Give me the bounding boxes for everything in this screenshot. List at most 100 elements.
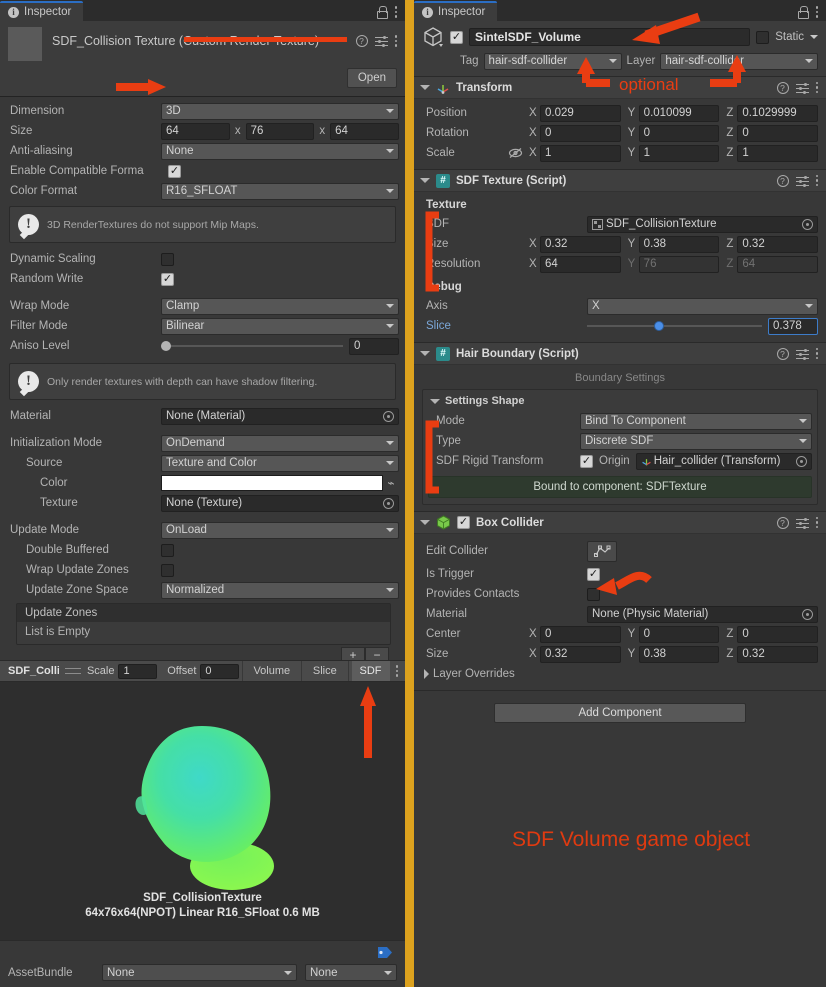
- sdf-object-field[interactable]: SDF_CollisionTexture: [587, 215, 818, 233]
- wrap-update-zones-checkbox[interactable]: [161, 563, 174, 577]
- sdf-size-x-input[interactable]: 0.32: [540, 235, 621, 253]
- rotation-x-input[interactable]: 0: [540, 124, 621, 142]
- chevron-down-icon[interactable]: [810, 35, 818, 39]
- open-button[interactable]: Open: [346, 68, 397, 88]
- center-y-input[interactable]: 0: [638, 625, 720, 643]
- tab-inspector-right[interactable]: i Inspector: [414, 1, 498, 21]
- object-picker-icon[interactable]: [383, 497, 394, 509]
- help-icon[interactable]: ?: [776, 174, 789, 187]
- type-dropdown[interactable]: Discrete SDF: [580, 432, 812, 450]
- dynamic-scaling-checkbox[interactable]: [161, 252, 174, 266]
- foldout-icon[interactable]: [420, 85, 430, 90]
- scale-y-input[interactable]: 1: [638, 144, 720, 162]
- slice-input[interactable]: 0.378: [768, 317, 818, 335]
- dimension-dropdown[interactable]: 3D: [161, 102, 399, 120]
- axis-dropdown[interactable]: X: [587, 297, 818, 315]
- sdf-texture-header[interactable]: # SDF Texture (Script) ?: [414, 170, 826, 192]
- scale-input[interactable]: 1: [118, 663, 157, 679]
- wrap-mode-dropdown[interactable]: Clamp: [161, 297, 399, 315]
- transform-header[interactable]: Transform ?: [414, 77, 826, 99]
- center-x-input[interactable]: 0: [540, 625, 621, 643]
- filter-mode-dropdown[interactable]: Bilinear: [161, 317, 399, 335]
- rotation-y-input[interactable]: 0: [638, 124, 720, 142]
- row-layer-overrides[interactable]: Layer Overrides: [422, 664, 818, 684]
- color-format-dropdown[interactable]: R16_SFLOAT: [161, 182, 399, 200]
- origin-object-field[interactable]: Hair_collider (Transform): [635, 452, 812, 470]
- eyedropper-icon[interactable]: ⌁: [383, 476, 399, 490]
- box-collider-header[interactable]: Box Collider ?: [414, 512, 826, 534]
- settings-shape-header[interactable]: Settings Shape: [428, 393, 812, 411]
- sdf-size-z-input[interactable]: 0.32: [737, 235, 819, 253]
- object-picker-icon[interactable]: [796, 455, 807, 467]
- component-menu-icon[interactable]: [394, 35, 397, 47]
- collider-material-object-field[interactable]: None (Physic Material): [587, 605, 818, 623]
- position-x-input[interactable]: 0.029: [540, 104, 621, 122]
- component-menu-icon[interactable]: [815, 174, 818, 187]
- sdf-rigid-transform-checkbox[interactable]: [580, 454, 593, 468]
- constrain-proportions-icon[interactable]: [508, 147, 523, 159]
- enable-compatible-format-checkbox[interactable]: [168, 164, 181, 178]
- game-object-name-input[interactable]: SintelSDF_Volume: [469, 28, 751, 46]
- help-icon[interactable]: ?: [776, 347, 789, 360]
- help-icon[interactable]: ?: [776, 81, 789, 94]
- sdf-size-y-input[interactable]: 0.38: [638, 235, 720, 253]
- collider-size-z-input[interactable]: 0.32: [737, 645, 819, 663]
- size-z-input[interactable]: 64: [330, 122, 399, 140]
- double-buffered-checkbox[interactable]: [161, 543, 174, 557]
- source-dropdown[interactable]: Texture and Color: [161, 454, 399, 472]
- foldout-icon[interactable]: [424, 669, 429, 679]
- preset-icon[interactable]: [795, 517, 809, 529]
- collider-size-y-input[interactable]: 0.38: [638, 645, 720, 663]
- preview-mode-slice[interactable]: Slice: [305, 661, 345, 681]
- lock-icon[interactable]: [376, 6, 388, 19]
- offset-input[interactable]: 0: [200, 663, 239, 679]
- static-checkbox[interactable]: [756, 30, 770, 44]
- preset-icon[interactable]: [374, 35, 388, 47]
- component-menu-icon[interactable]: [815, 516, 818, 529]
- component-menu-icon[interactable]: [815, 347, 818, 360]
- more-options-icon[interactable]: [815, 6, 818, 18]
- box-collider-enabled-checkbox[interactable]: [457, 516, 470, 529]
- layer-dropdown[interactable]: hair-sdf-collider: [660, 52, 818, 70]
- lock-icon[interactable]: [797, 6, 809, 19]
- preview-options-icon[interactable]: [395, 665, 398, 677]
- edit-collider-button[interactable]: [587, 540, 617, 562]
- object-picker-icon[interactable]: [802, 218, 813, 230]
- tag-dropdown[interactable]: hair-sdf-collider: [483, 52, 622, 70]
- initialization-mode-dropdown[interactable]: OnDemand: [161, 434, 399, 452]
- tag-icon[interactable]: [377, 946, 393, 959]
- game-object-enabled-checkbox[interactable]: [450, 30, 463, 44]
- object-picker-icon[interactable]: [802, 608, 813, 620]
- center-z-input[interactable]: 0: [737, 625, 819, 643]
- tab-inspector-left[interactable]: i Inspector: [0, 1, 84, 21]
- asset-bundle-dropdown[interactable]: None: [102, 964, 297, 981]
- preview-mode-volume[interactable]: Volume: [245, 661, 298, 681]
- foldout-icon[interactable]: [420, 520, 430, 525]
- collider-size-x-input[interactable]: 0.32: [540, 645, 621, 663]
- component-menu-icon[interactable]: [815, 81, 818, 94]
- mode-dropdown[interactable]: Bind To Component: [580, 412, 812, 430]
- material-object-field[interactable]: None (Material): [161, 407, 399, 425]
- slice-slider[interactable]: [587, 320, 762, 333]
- size-x-input[interactable]: 64: [161, 122, 230, 140]
- scale-z-input[interactable]: 1: [737, 144, 819, 162]
- help-icon[interactable]: ?: [776, 516, 789, 529]
- preset-icon[interactable]: [795, 348, 809, 360]
- asset-bundle-variant-dropdown[interactable]: None: [305, 964, 397, 981]
- update-mode-dropdown[interactable]: OnLoad: [161, 521, 399, 539]
- more-options-icon[interactable]: [394, 6, 397, 18]
- size-y-input[interactable]: 76: [245, 122, 315, 140]
- color-swatch[interactable]: [161, 475, 383, 491]
- texture-object-field[interactable]: None (Texture): [161, 494, 399, 512]
- provides-contacts-checkbox[interactable]: [587, 587, 600, 601]
- foldout-icon[interactable]: [420, 178, 430, 183]
- help-icon[interactable]: ?: [355, 35, 368, 47]
- position-z-input[interactable]: 0.1029999: [737, 104, 819, 122]
- aniso-level-input[interactable]: 0: [349, 337, 399, 355]
- scale-x-input[interactable]: 1: [540, 144, 621, 162]
- foldout-icon[interactable]: [430, 398, 440, 404]
- slider-knob[interactable]: [161, 341, 171, 351]
- preset-icon[interactable]: [795, 82, 809, 94]
- anti-aliasing-dropdown[interactable]: None: [161, 142, 399, 160]
- object-picker-icon[interactable]: [383, 410, 394, 422]
